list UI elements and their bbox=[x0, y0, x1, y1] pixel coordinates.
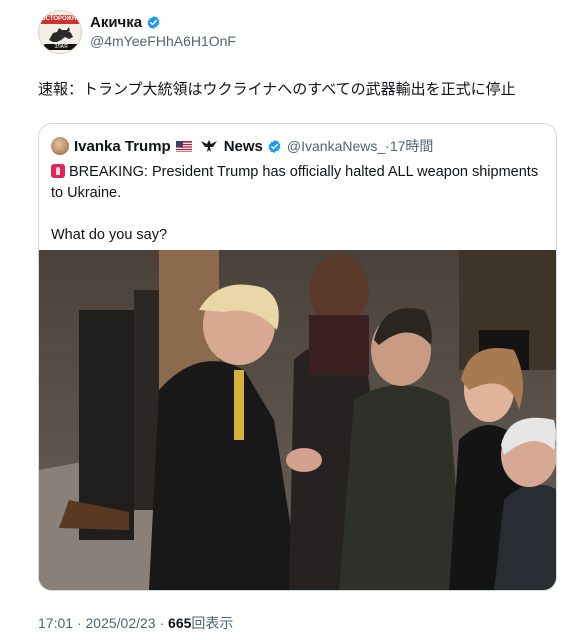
eagle-icon bbox=[200, 140, 217, 152]
verified-badge-icon bbox=[147, 15, 160, 30]
quoted-question: What do you say? bbox=[51, 227, 168, 243]
tweet-date[interactable]: 2025/02/23 bbox=[86, 615, 156, 631]
tweet-header: ОСТОРОЖНО ЗЛАЯ СОБАКА Акичка @4mYeeFHhA6… bbox=[38, 10, 558, 54]
tweet-time[interactable]: 17:01 bbox=[38, 615, 73, 631]
quoted-author-handle[interactable]: @IvankaNews_ bbox=[287, 138, 385, 154]
verified-badge-icon bbox=[268, 139, 281, 153]
quoted-tweet-header: Ivanka Trump News @IvankaNews_ · 17時間 bbox=[51, 136, 433, 156]
view-count-label: 回表示 bbox=[191, 615, 234, 631]
avatar-top-text: ОСТОРОЖНО bbox=[41, 16, 81, 22]
view-count: 665 bbox=[168, 615, 192, 631]
quoted-tweet[interactable]: Ivanka Trump News @IvankaNews_ · 17時間 BR… bbox=[38, 123, 557, 591]
tweet-meta: 17:01 · 2025/02/23 · 665回表示 bbox=[38, 613, 233, 633]
us-flag-icon bbox=[175, 140, 192, 152]
author-display-name[interactable]: Акичка bbox=[90, 13, 161, 32]
author-handle[interactable]: @4mYeeFHhA6H1OnF bbox=[90, 32, 236, 51]
quoted-author-news-label[interactable]: News bbox=[224, 138, 263, 155]
quoted-author-avatar[interactable] bbox=[51, 137, 69, 155]
quoted-author-name[interactable]: Ivanka Trump bbox=[74, 138, 171, 155]
quoted-tweet-body: BREAKING: President Trump has officially… bbox=[51, 162, 547, 246]
meta-separator: · bbox=[76, 615, 82, 631]
dog-icon bbox=[49, 27, 73, 42]
photo-illustration bbox=[39, 250, 556, 590]
avatar-bottom-text: ЗЛАЯ СОБАКА bbox=[50, 44, 72, 54]
quoted-breaking-text: BREAKING: President Trump has officially… bbox=[51, 164, 539, 201]
quoted-time[interactable]: 17時間 bbox=[390, 136, 434, 156]
quoted-breaking-line: BREAKING: President Trump has officially… bbox=[51, 162, 547, 204]
author-display-name-text: Акичка bbox=[90, 14, 143, 31]
quoted-tweet-photo[interactable] bbox=[39, 250, 556, 590]
meta-separator-2: · bbox=[159, 615, 165, 631]
author-avatar[interactable]: ОСТОРОЖНО ЗЛАЯ СОБАКА bbox=[38, 10, 82, 54]
author-names: Акичка @4mYeeFHhA6H1OnF bbox=[90, 13, 236, 51]
tweet-text: 速報：トランプ大統領はウクライナへのすべての武器輸出を正式に停止 bbox=[38, 81, 516, 98]
siren-icon bbox=[51, 164, 65, 178]
